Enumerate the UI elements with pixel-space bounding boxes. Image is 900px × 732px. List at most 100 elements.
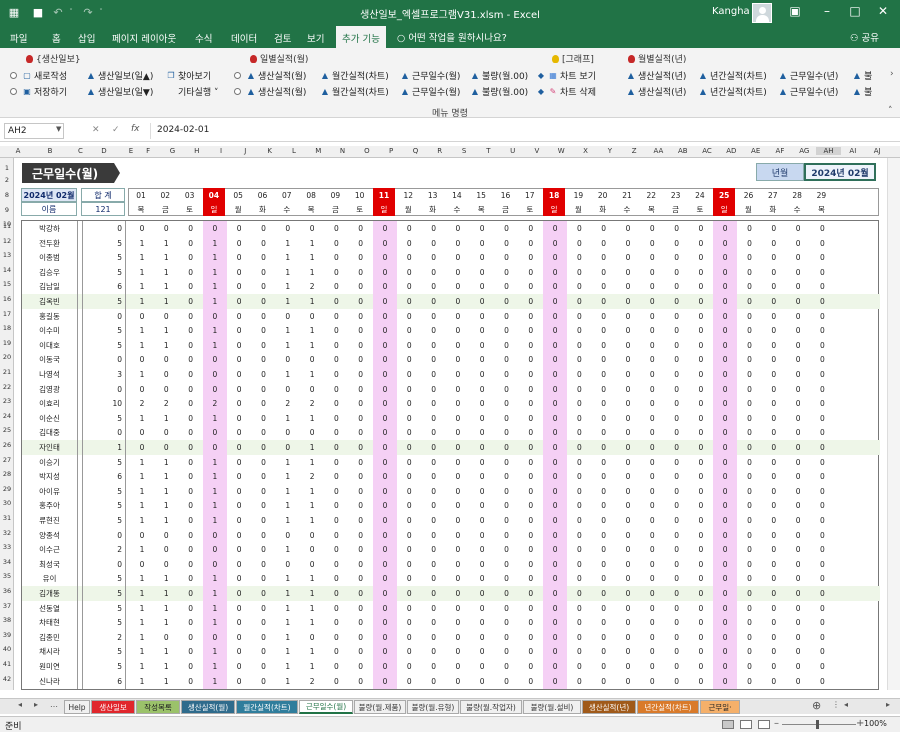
- employee-name[interactable]: 나영석: [22, 367, 78, 382]
- normal-view-icon[interactable]: [722, 720, 734, 729]
- day-value[interactable]: 0: [373, 235, 397, 251]
- day-value[interactable]: 0: [665, 309, 689, 324]
- day-value[interactable]: 0: [738, 323, 762, 338]
- day-value[interactable]: 1: [154, 644, 178, 659]
- day-value[interactable]: 0: [422, 323, 446, 338]
- day-value[interactable]: 0: [713, 440, 738, 455]
- day-value[interactable]: 0: [300, 309, 324, 324]
- day-value[interactable]: 1: [154, 236, 178, 251]
- day-value[interactable]: 1: [202, 264, 227, 280]
- employee-name[interactable]: 이승기: [22, 454, 78, 470]
- day-value[interactable]: 0: [689, 396, 713, 411]
- day-value[interactable]: 0: [324, 469, 348, 484]
- table-row[interactable]: 이종범 5 1 1 0 1 0 0 1 1 0 0 0 0 0 0 0 0 0 0 0 0 0 0 0 0 0 0 0 0 0: [22, 250, 880, 266]
- table-row[interactable]: 박강하 0 0 0 0 0 0 0 0 0 0 0 0 0 0 0 0 0 0 0 0 0 0 0 0 0 0 0 0 0 0: [22, 221, 880, 236]
- row-total[interactable]: 5: [82, 483, 126, 499]
- day-value[interactable]: 0: [689, 586, 713, 601]
- row-number[interactable]: 19: [0, 339, 14, 347]
- day-value[interactable]: 0: [738, 557, 762, 572]
- row-total[interactable]: 5: [82, 294, 126, 309]
- day-value[interactable]: 0: [276, 382, 300, 397]
- day-value[interactable]: 0: [616, 557, 640, 572]
- share-button[interactable]: ⚇ 공유: [850, 30, 879, 44]
- day-value[interactable]: 0: [397, 615, 421, 630]
- day-value[interactable]: 0: [397, 294, 421, 309]
- row-number[interactable]: 35: [0, 572, 14, 580]
- day-value[interactable]: 0: [762, 236, 786, 251]
- day-value[interactable]: 0: [470, 265, 494, 280]
- day-value[interactable]: 0: [519, 601, 543, 616]
- row-number[interactable]: 13: [0, 251, 14, 259]
- day-value[interactable]: 0: [738, 352, 762, 367]
- day-value[interactable]: 0: [567, 294, 591, 309]
- row-number[interactable]: 39: [0, 631, 14, 639]
- day-value[interactable]: 0: [519, 309, 543, 324]
- day-value[interactable]: 0: [567, 265, 591, 280]
- day-value[interactable]: 2: [202, 396, 227, 412]
- day-value[interactable]: 0: [227, 367, 251, 382]
- day-value[interactable]: 0: [202, 352, 227, 368]
- day-value[interactable]: 0: [373, 659, 397, 674]
- day-value[interactable]: 0: [616, 440, 640, 455]
- day-value[interactable]: 0: [349, 571, 373, 586]
- user-name[interactable]: Kangha: [712, 6, 750, 17]
- day-value[interactable]: 0: [543, 644, 568, 660]
- day-value[interactable]: 0: [810, 498, 834, 513]
- day-value[interactable]: 0: [738, 411, 762, 426]
- day-value[interactable]: 0: [470, 294, 494, 309]
- day-value[interactable]: 0: [762, 484, 786, 499]
- day-value[interactable]: 0: [786, 323, 810, 338]
- day-value[interactable]: 0: [470, 659, 494, 674]
- row-total[interactable]: 0: [82, 556, 126, 572]
- save-button[interactable]: ▣ 저장하기: [10, 85, 67, 98]
- day-value[interactable]: 1: [202, 337, 227, 353]
- sheet-tab[interactable]: 근무일·: [700, 700, 740, 714]
- day-value[interactable]: 0: [276, 221, 300, 236]
- day-value[interactable]: 0: [349, 396, 373, 411]
- day-value[interactable]: 0: [567, 571, 591, 586]
- day-value[interactable]: 1: [202, 513, 227, 528]
- employee-name[interactable]: 이동국: [22, 352, 78, 368]
- day-value[interactable]: 0: [470, 338, 494, 353]
- day-value[interactable]: 0: [349, 674, 373, 689]
- day-value[interactable]: 0: [519, 644, 543, 659]
- day-value[interactable]: 0: [397, 528, 421, 543]
- row-total[interactable]: 5: [82, 235, 126, 251]
- day-value[interactable]: 0: [810, 294, 834, 309]
- day-value[interactable]: 0: [519, 294, 543, 309]
- row-number[interactable]: 27: [0, 456, 14, 464]
- row-total[interactable]: 5: [82, 410, 126, 426]
- column-letter[interactable]: I: [209, 147, 233, 155]
- employee-name[interactable]: 선동열: [22, 600, 78, 616]
- day-value[interactable]: 0: [810, 352, 834, 367]
- day-value[interactable]: 0: [446, 382, 470, 397]
- day-value[interactable]: 0: [689, 411, 713, 426]
- day-value[interactable]: 0: [592, 396, 616, 411]
- day-value[interactable]: 0: [495, 367, 519, 382]
- enter-icon[interactable]: ✓: [112, 125, 120, 135]
- day-value[interactable]: 0: [810, 221, 834, 236]
- day-value[interactable]: 0: [446, 571, 470, 586]
- day-value[interactable]: 0: [519, 396, 543, 411]
- day-value[interactable]: 0: [543, 673, 568, 689]
- day-value[interactable]: 0: [810, 382, 834, 397]
- day-value[interactable]: 0: [519, 265, 543, 280]
- day-value[interactable]: 0: [665, 250, 689, 265]
- day-value[interactable]: 1: [202, 586, 227, 601]
- day-value[interactable]: 0: [324, 250, 348, 265]
- day-value[interactable]: 0: [665, 601, 689, 616]
- day-value[interactable]: 0: [616, 425, 640, 440]
- row-number[interactable]: 25: [0, 426, 14, 434]
- day-value[interactable]: 0: [446, 513, 470, 528]
- day-value[interactable]: 0: [786, 367, 810, 382]
- employee-name[interactable]: 이수미: [22, 323, 78, 339]
- day-value[interactable]: 0: [202, 425, 227, 441]
- day-value[interactable]: 1: [276, 615, 300, 630]
- day-value[interactable]: 0: [252, 528, 276, 543]
- day-value[interactable]: 0: [592, 425, 616, 440]
- day-value[interactable]: 0: [567, 250, 591, 265]
- day-value[interactable]: 0: [252, 236, 276, 251]
- table-row[interactable]: 김종민 2 1 0 0 0 0 0 1 0 0 0 0 0 0 0 0 0 0 0 0 0 0 0 0 0 0 0 0 0 0: [22, 629, 880, 645]
- table-row[interactable]: 김대중 0 0 0 0 0 0 0 0 0 0 0 0 0 0 0 0 0 0 0 0 0 0 0 0 0 0 0 0 0 0: [22, 425, 880, 441]
- sheet-tab[interactable]: 불량(월.작업자): [460, 700, 522, 714]
